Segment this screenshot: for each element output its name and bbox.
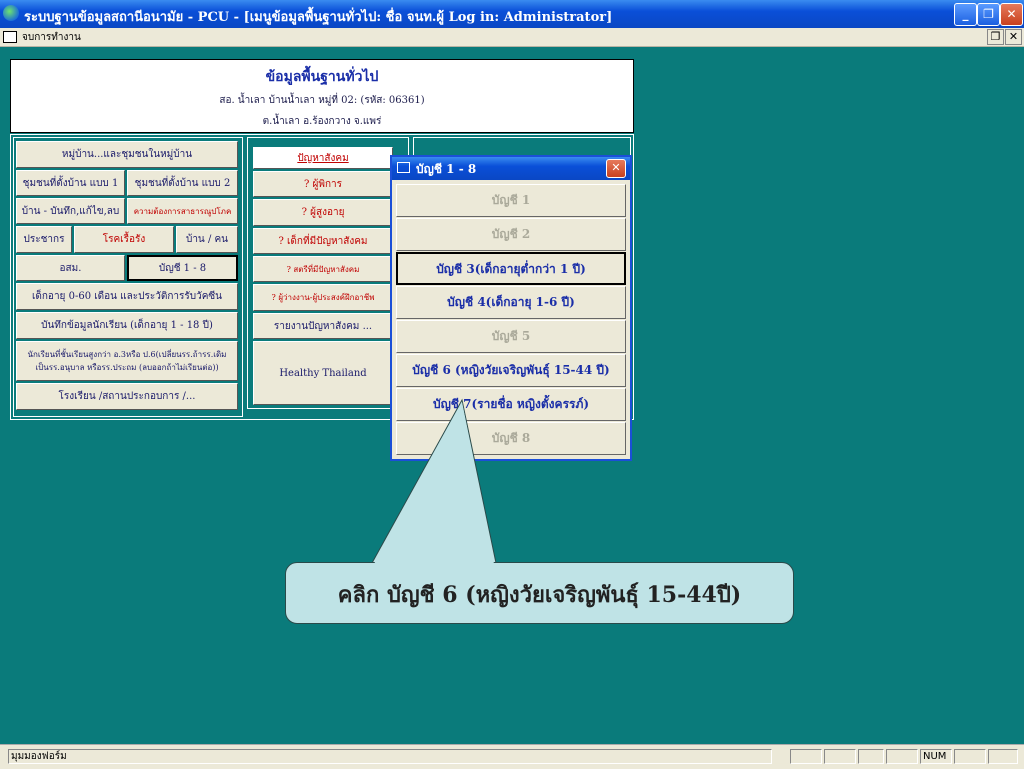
status-pane-1 [790, 749, 822, 764]
status-text: มุมมองฟอร์ม [8, 749, 772, 764]
status-pane-3 [858, 749, 884, 764]
num-lock-indicator: NUM [920, 749, 952, 764]
status-pane-4 [886, 749, 918, 764]
callout-pointer-cover [374, 402, 494, 564]
status-pane-6 [954, 749, 986, 764]
status-bar: มุมมองฟอร์ม NUM [0, 744, 1024, 769]
status-pane-7 [988, 749, 1018, 764]
status-pane-2 [824, 749, 856, 764]
